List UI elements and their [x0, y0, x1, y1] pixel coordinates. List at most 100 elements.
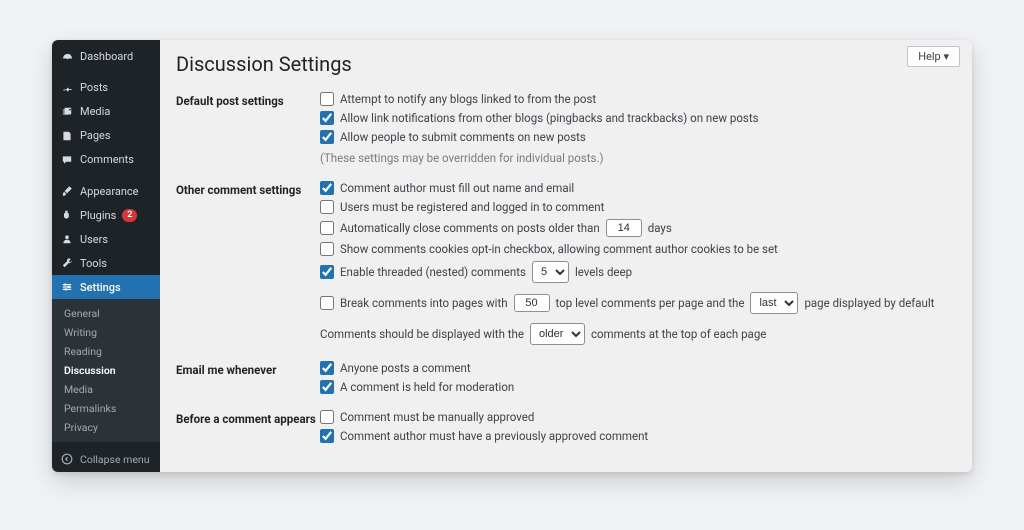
opt-registered[interactable]: Users must be registered and logged in t…	[320, 200, 956, 214]
checkbox-label: Comment must be manually approved	[340, 410, 534, 424]
checkbox-label: Allow people to submit comments on new p…	[340, 130, 586, 144]
checkbox-pingback[interactable]	[320, 111, 334, 125]
collapse-label: Collapse menu	[80, 453, 150, 466]
opt-cookies[interactable]: Show comments cookies opt-in checkbox, a…	[320, 242, 956, 256]
sidebar-item-comments[interactable]: Comments	[52, 148, 160, 172]
section-default-post: Default post settings Attempt to notify …	[176, 92, 956, 165]
checkbox-email-anyone[interactable]	[320, 361, 334, 375]
checkbox-email-held[interactable]	[320, 380, 334, 394]
sidebar-label: Plugins	[80, 209, 116, 222]
section-email: Email me whenever Anyone posts a comment…	[176, 361, 956, 394]
settings-submenu: General Writing Reading Discussion Media…	[52, 299, 160, 442]
submenu-discussion[interactable]: Discussion	[52, 361, 160, 380]
opt-comment-order: Comments should be displayed with the ol…	[320, 323, 956, 345]
checkbox-name-email[interactable]	[320, 181, 334, 195]
opt-name-email[interactable]: Comment author must fill out name and em…	[320, 181, 956, 195]
select-comment-order[interactable]: older	[530, 323, 585, 345]
opt-allow-comments[interactable]: Allow people to submit comments on new p…	[320, 130, 956, 144]
sidebar-item-settings[interactable]: Settings	[52, 275, 160, 299]
select-threaded-levels[interactable]: 5	[532, 261, 569, 283]
checkbox-label: Comment author must have a previously ap…	[340, 429, 648, 443]
opt-email-anyone[interactable]: Anyone posts a comment	[320, 361, 956, 375]
sidebar-label: Pages	[80, 129, 111, 142]
checkbox-label-pre: Enable threaded (nested) comments	[340, 265, 526, 279]
submenu-privacy[interactable]: Privacy	[52, 418, 160, 437]
checkbox-prev-approved[interactable]	[320, 429, 334, 443]
admin-window: Dashboard Posts Media Pages Comm	[52, 40, 972, 472]
opt-notify-linked[interactable]: Attempt to notify any blogs linked to fr…	[320, 92, 956, 106]
sidebar-item-plugins[interactable]: Plugins 2	[52, 203, 160, 227]
input-autoclose-days[interactable]	[606, 219, 642, 237]
admin-sidebar: Dashboard Posts Media Pages Comm	[52, 40, 160, 472]
page-title: Discussion Settings	[176, 52, 956, 76]
label-order-post: comments at the top of each page	[591, 327, 766, 341]
chevron-left-circle-icon	[60, 452, 74, 466]
checkbox-label-mid: top level comments per page and the	[556, 296, 745, 310]
sidebar-item-users[interactable]: Users	[52, 227, 160, 251]
opt-threaded[interactable]: Enable threaded (nested) comments 5 leve…	[320, 261, 956, 283]
pin-icon	[60, 81, 74, 95]
opt-prev-approved[interactable]: Comment author must have a previously ap…	[320, 429, 956, 443]
checkbox-label-pre: Break comments into pages with	[340, 296, 508, 310]
collapse-menu[interactable]: Collapse menu	[52, 446, 160, 472]
checkbox-label-pre: Automatically close comments on posts ol…	[340, 221, 600, 235]
section-heading: Email me whenever	[176, 361, 320, 377]
comments-icon	[60, 153, 74, 167]
opt-manual-approve[interactable]: Comment must be manually approved	[320, 410, 956, 424]
checkbox-manual-approve[interactable]	[320, 410, 334, 424]
checkbox-label: A comment is held for moderation	[340, 380, 514, 394]
checkbox-label: Show comments cookies opt-in checkbox, a…	[340, 242, 778, 256]
brush-icon	[60, 184, 74, 198]
wrench-icon	[60, 256, 74, 270]
checkbox-label: Anyone posts a comment	[340, 361, 471, 375]
select-paginate-page[interactable]: last	[750, 292, 798, 314]
opt-email-held[interactable]: A comment is held for moderation	[320, 380, 956, 394]
input-paginate-num[interactable]	[514, 294, 550, 312]
checkbox-label: Comment author must fill out name and em…	[340, 181, 574, 195]
sidebar-item-appearance[interactable]: Appearance	[52, 179, 160, 203]
section-heading: Before a comment appears	[176, 410, 320, 426]
pages-icon	[60, 129, 74, 143]
checkbox-label: Users must be registered and logged in t…	[340, 200, 604, 214]
section-heading: Other comment settings	[176, 181, 320, 197]
checkbox-autoclose[interactable]	[320, 221, 334, 235]
sidebar-label: Appearance	[80, 185, 139, 198]
checkbox-threaded[interactable]	[320, 265, 334, 279]
sidebar-item-dashboard[interactable]: Dashboard	[52, 44, 160, 68]
default-post-note: (These settings may be overridden for in…	[320, 151, 956, 165]
settings-main: Help ▾ Discussion Settings Default post …	[160, 40, 972, 472]
checkbox-label-post: page displayed by default	[804, 296, 934, 310]
section-before: Before a comment appears Comment must be…	[176, 410, 956, 443]
checkbox-allow-comments[interactable]	[320, 130, 334, 144]
help-tab[interactable]: Help ▾	[907, 46, 960, 67]
user-icon	[60, 232, 74, 246]
opt-pingback[interactable]: Allow link notifications from other blog…	[320, 111, 956, 125]
submenu-permalinks[interactable]: Permalinks	[52, 399, 160, 418]
sidebar-item-tools[interactable]: Tools	[52, 251, 160, 275]
checkbox-paginate[interactable]	[320, 296, 334, 310]
sidebar-item-pages[interactable]: Pages	[52, 124, 160, 148]
opt-paginate[interactable]: Break comments into pages with top level…	[320, 292, 956, 314]
checkbox-label: Attempt to notify any blogs linked to fr…	[340, 92, 596, 106]
submenu-reading[interactable]: Reading	[52, 342, 160, 361]
checkbox-notify-linked[interactable]	[320, 92, 334, 106]
sidebar-item-posts[interactable]: Posts	[52, 76, 160, 100]
submenu-media[interactable]: Media	[52, 380, 160, 399]
sidebar-label: Users	[80, 233, 108, 246]
submenu-writing[interactable]: Writing	[52, 323, 160, 342]
section-other-comment: Other comment settings Comment author mu…	[176, 181, 956, 345]
label-order-pre: Comments should be displayed with the	[320, 327, 524, 341]
checkbox-label-post: days	[648, 221, 672, 235]
sidebar-label: Dashboard	[80, 50, 133, 63]
sidebar-label: Media	[80, 105, 110, 118]
checkbox-registered[interactable]	[320, 200, 334, 214]
plugins-badge: 2	[122, 209, 137, 222]
sidebar-label: Posts	[80, 81, 108, 94]
section-heading: Default post settings	[176, 92, 320, 108]
submenu-general[interactable]: General	[52, 304, 160, 323]
checkbox-cookies[interactable]	[320, 242, 334, 256]
sidebar-item-media[interactable]: Media	[52, 100, 160, 124]
media-icon	[60, 105, 74, 119]
opt-autoclose[interactable]: Automatically close comments on posts ol…	[320, 219, 956, 237]
settings-icon	[60, 280, 74, 294]
